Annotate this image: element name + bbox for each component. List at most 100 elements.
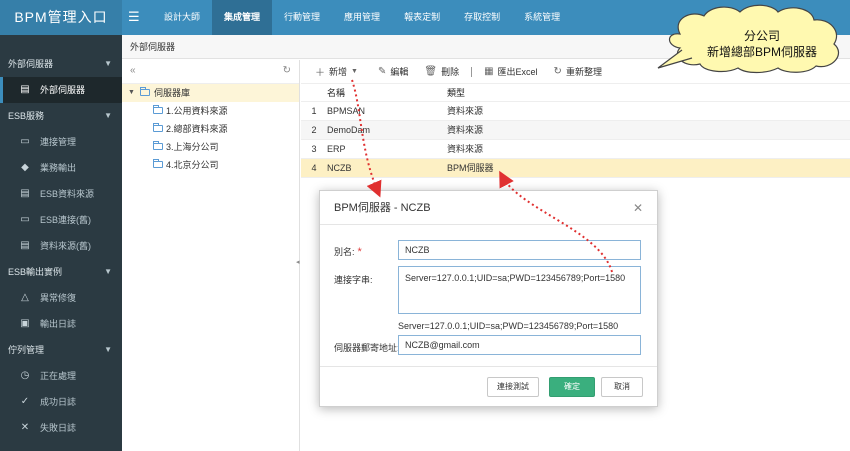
callout-text: 分公司 新增總部BPM伺服器 xyxy=(682,28,842,60)
export-excel-button[interactable]: ▦ 匯出Excel xyxy=(476,60,545,84)
sidebar-group-external[interactable]: 外部伺服器 ▼ xyxy=(0,51,122,77)
collapse-panel-icon[interactable]: « xyxy=(130,65,136,76)
nav-system[interactable]: 系統管理 xyxy=(512,0,572,35)
sidebar-group-esb-output[interactable]: ESB輸出實例 ▼ xyxy=(0,259,122,285)
table-row-selected[interactable]: 4 NCZB BPM伺服器 xyxy=(301,159,850,178)
sidebar-item-success-log[interactable]: ✓ 成功日誌 xyxy=(0,389,122,415)
app-title: BPM管理入口 xyxy=(0,0,122,35)
nav-application[interactable]: 應用管理 xyxy=(332,0,392,35)
sidebar-item-label: 業務輸出 xyxy=(40,163,77,173)
toolbar-divider xyxy=(471,66,473,77)
nav-design-master[interactable]: 設計大師 xyxy=(152,0,212,35)
tree-node-label: 4.北京分公司 xyxy=(166,160,219,170)
edit-button[interactable]: ✎ 編輯 xyxy=(370,60,416,84)
sidebar-group-label: ESB輸出實例 xyxy=(8,267,63,277)
sidebar-item-processing[interactable]: ◷ 正在處理 xyxy=(0,363,122,389)
callout-line-1: 分公司 xyxy=(743,29,780,43)
sidebar-group-label: 佇列管理 xyxy=(8,345,45,355)
tree-node[interactable]: 1.公用資料來源 xyxy=(122,102,299,120)
email-label: 伺服器郵寄地址: xyxy=(334,343,400,353)
folder-open-icon xyxy=(140,87,150,96)
excel-icon: ▦ xyxy=(484,66,494,77)
nav-mobile[interactable]: 行動管理 xyxy=(272,0,332,35)
plus-icon: ＋ xyxy=(315,68,325,79)
cancel-button[interactable]: 取消 xyxy=(601,377,643,397)
tree-header: « ↻ xyxy=(122,60,299,84)
alias-label-text: 別名: xyxy=(334,247,355,257)
sidebar-item-label: 外部伺服器 xyxy=(40,85,86,95)
app-window: BPM管理入口 ☰ 設計大師 集成管理 行動管理 應用管理 報表定制 存取控制 … xyxy=(0,0,850,451)
car-icon: ◆ xyxy=(21,162,29,173)
dialog-title-text: BPM伺服器 - NCZB xyxy=(334,202,431,214)
monitor-icon: ▭ xyxy=(20,214,30,225)
dialog-footer: 連接測試 確定 取消 xyxy=(320,366,657,406)
sidebar-item-connection[interactable]: ▭ 連接管理 xyxy=(0,129,122,155)
cell-name: DemoDam xyxy=(327,125,371,135)
grid-header-num xyxy=(301,84,327,101)
clock-icon: ◷ xyxy=(20,370,30,381)
row-number: 1 xyxy=(311,106,317,116)
sidebar-item-exception-repair[interactable]: △ 異常修復 xyxy=(0,285,122,311)
table-row[interactable]: 3 ERP 資料來源 xyxy=(301,140,850,159)
sidebar-item-label: ESB連接(舊) xyxy=(40,215,92,225)
connection-string-label: 連接字串: xyxy=(334,275,373,285)
tree-node[interactable]: 4.北京分公司 xyxy=(122,156,299,174)
folder-icon xyxy=(153,141,163,150)
delete-button[interactable]: 🗑 刪除 xyxy=(416,60,467,84)
refresh-icon[interactable]: ↻ xyxy=(283,65,291,76)
tree-node-label: 1.公用資料來源 xyxy=(166,106,228,116)
sidebar-item-output-log[interactable]: ▣ 輸出日誌 xyxy=(0,311,122,337)
tree-node[interactable]: 2.總部資料來源 xyxy=(122,120,299,138)
table-row[interactable]: 1 BPMSAN 資料來源 xyxy=(301,102,850,121)
row-number: 4 xyxy=(311,163,317,173)
email-input[interactable] xyxy=(398,335,641,355)
folder-icon xyxy=(153,105,163,114)
cell-type: 資料來源 xyxy=(447,125,484,135)
sidebar-item-external-server[interactable]: ▤ 外部伺服器 xyxy=(0,77,122,103)
new-button[interactable]: ＋ 新增 ▼ xyxy=(307,60,370,84)
required-asterisk-icon: * xyxy=(357,246,362,258)
test-connection-button[interactable]: 連接測試 xyxy=(487,377,539,397)
pencil-icon: ✎ xyxy=(377,66,387,77)
ok-button[interactable]: 確定 xyxy=(549,377,595,397)
sidebar-item-business-output[interactable]: ◆ 業務輸出 xyxy=(0,155,122,181)
database-icon: ▤ xyxy=(20,188,30,199)
monitor-icon: ▭ xyxy=(20,136,30,147)
sidebar-item-label: ESB資料來源 xyxy=(40,189,95,199)
menu-toggle-icon[interactable]: ☰ xyxy=(128,9,142,25)
nav-report[interactable]: 報表定制 xyxy=(392,0,452,35)
nav-access[interactable]: 存取控制 xyxy=(452,0,512,35)
reload-button-label: 重新整理 xyxy=(565,67,602,77)
folder-icon xyxy=(153,123,163,132)
column-header-name[interactable]: 名稱 xyxy=(327,84,447,101)
sidebar-item-label: 失敗日誌 xyxy=(40,423,77,433)
sidebar: 外部伺服器 ▼ ▤ 外部伺服器 ESB服務 ▼ ▭ 連接管理 ◆ 業務輸出 ▤ … xyxy=(0,35,122,451)
sidebar-item-esb-datasource[interactable]: ▤ ESB資料來源 xyxy=(0,181,122,207)
edit-button-label: 編輯 xyxy=(390,67,409,77)
column-header-type[interactable]: 類型 xyxy=(447,84,647,101)
connection-string-preview: Server=127.0.0.1;UID=sa;PWD=123456789;Po… xyxy=(398,321,619,331)
sidebar-item-failure-log[interactable]: ✕ 失敗日誌 xyxy=(0,415,122,441)
sidebar-item-datasource-old[interactable]: ▤ 資料來源(舊) xyxy=(0,233,122,259)
sidebar-item-label: 異常修復 xyxy=(40,293,77,303)
tree-expand-icon[interactable]: ▼ xyxy=(128,84,135,102)
reload-button[interactable]: ↻ 重新整理 xyxy=(546,60,610,84)
refresh-icon: ↻ xyxy=(553,66,562,77)
nav-integration[interactable]: 集成管理 xyxy=(212,0,273,35)
cell-name: ERP xyxy=(327,144,346,154)
tree-root-node[interactable]: ▼ 伺服器庫 xyxy=(122,84,299,102)
row-number: 2 xyxy=(311,125,317,135)
caret-down-icon: ▼ xyxy=(104,267,112,276)
tree-panel: « ↻ ▼ 伺服器庫 1.公用資料來源 2.總部資料來源 3.上海分公司 4.北… xyxy=(122,60,300,451)
splitter-handle-icon[interactable]: ◂ xyxy=(296,258,300,266)
sidebar-group-esb[interactable]: ESB服務 ▼ xyxy=(0,103,122,129)
alias-input[interactable] xyxy=(398,240,641,260)
sidebar-group-queue[interactable]: 佇列管理 ▼ xyxy=(0,337,122,363)
sidebar-group-label: 外部伺服器 xyxy=(8,59,54,69)
tree-node[interactable]: 3.上海分公司 xyxy=(122,138,299,156)
table-row[interactable]: 2 DemoDam 資料來源 xyxy=(301,121,850,140)
close-icon[interactable]: ✕ xyxy=(633,191,643,225)
tree-node-label: 2.總部資料來源 xyxy=(166,124,228,134)
connection-string-textarea[interactable]: Server=127.0.0.1;UID=sa;PWD=123456789;Po… xyxy=(398,266,641,314)
sidebar-item-esb-connection-old[interactable]: ▭ ESB連接(舊) xyxy=(0,207,122,233)
